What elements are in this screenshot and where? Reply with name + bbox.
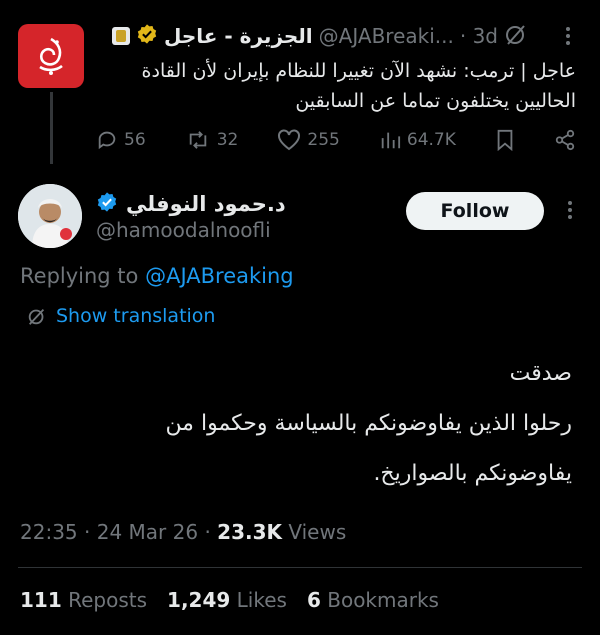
show-translation-label: Show translation: [56, 305, 216, 327]
parent-timestamp[interactable]: · 3d: [460, 24, 498, 48]
parent-tweet-text: عاجل | ترمب: نشهد الآن تغييرا للنظام بإي…: [96, 56, 576, 116]
gold-verified-icon: [136, 23, 158, 50]
replying-to: Replying to @AJABreaking: [20, 264, 294, 288]
share-button[interactable]: [554, 129, 576, 151]
follow-button[interactable]: Follow: [406, 192, 544, 230]
author-avatar[interactable]: [18, 184, 82, 248]
reposts-count: 111: [20, 588, 62, 612]
tweet-text-line: صدقت: [509, 361, 572, 386]
parent-author-name[interactable]: الجزيرة - عاجل: [164, 24, 313, 48]
reply-icon: [98, 131, 116, 150]
likes-count: 1,249: [167, 588, 231, 612]
tweet-time[interactable]: 22:35: [20, 520, 78, 544]
author-handle[interactable]: @hamoodalnoofli: [96, 218, 271, 242]
reply-button[interactable]: 56: [96, 129, 146, 151]
author-name-row: د.حمود النوفلي: [96, 190, 286, 218]
gold-square-badge-icon: [112, 27, 131, 45]
grok-icon[interactable]: [504, 22, 528, 51]
parent-action-bar: 56 32 255 64.7K: [96, 124, 576, 156]
reply-count: 56: [124, 130, 146, 150]
bookmark-button[interactable]: [495, 129, 515, 151]
blue-verified-icon: [96, 191, 118, 218]
tweet-text: صدقت رحلوا الذين يفاوضونكم بالسياسة وحكم…: [20, 350, 572, 498]
views-count: 23.3K: [217, 520, 282, 544]
tweet-date[interactable]: 24 Mar 26: [97, 520, 198, 544]
heart-icon: [278, 129, 301, 151]
grok-icon: [28, 308, 45, 325]
bookmark-icon: [497, 129, 513, 151]
bookmarks-count: 6: [306, 588, 321, 612]
parent-text-line: عاجل | ترمب: نشهد الآن تغييرا للنظام بإي…: [141, 60, 576, 82]
parent-header: الجزيرة - عاجل @AJABreaki... · 3d: [96, 20, 528, 52]
separator-dot: ·: [204, 520, 218, 544]
aljazeera-logo-icon: [39, 37, 63, 75]
share-icon: [555, 129, 575, 151]
bookmarks-label: Bookmarks: [327, 588, 439, 612]
repost-button[interactable]: 32: [185, 129, 239, 151]
engagement-stats: 111 Reposts 1,249 Likes 6 Bookmarks: [20, 588, 439, 612]
tweet-text-line: يفاوضونكم بالصواريخ.: [373, 461, 572, 486]
views-button[interactable]: 64.7K: [379, 129, 456, 151]
analytics-icon: [381, 132, 400, 149]
bookmarks-stat[interactable]: 6 Bookmarks: [307, 588, 439, 612]
reposts-stat[interactable]: 111 Reposts: [20, 588, 147, 612]
show-translation-link[interactable]: Show translation: [26, 305, 215, 327]
repost-icon: [189, 131, 206, 149]
tweet-more-icon[interactable]: [560, 198, 580, 226]
views-count: 64.7K: [406, 130, 456, 150]
likes-label: Likes: [236, 588, 287, 612]
parent-author-handle[interactable]: @AJABreaki...: [319, 24, 454, 48]
views-label: Views: [288, 520, 347, 544]
like-count: 255: [307, 130, 340, 150]
tweet-text-line: رحلوا الذين يفاوضونكم بالسياسة وحكموا من: [165, 411, 572, 436]
author-name[interactable]: د.حمود النوفلي: [126, 192, 286, 216]
likes-stat[interactable]: 1,249 Likes: [167, 588, 287, 612]
reposts-label: Reposts: [68, 588, 148, 612]
like-button[interactable]: 255: [277, 129, 340, 151]
replying-to-prefix: Replying to: [20, 264, 146, 288]
tweet-meta: 22:35 · 24 Mar 26 · 23.3K Views: [20, 520, 346, 544]
repost-count: 32: [216, 130, 239, 150]
replying-to-handle[interactable]: @AJABreaking: [145, 264, 294, 288]
divider: [18, 567, 582, 568]
avatar-photo-icon: [18, 184, 82, 248]
parent-more-icon[interactable]: [556, 24, 580, 52]
separator-dot: ·: [84, 520, 97, 544]
parent-text-line: الحاليين يختلفون تماما عن السابقين: [295, 90, 576, 112]
thread-connector-line: [50, 92, 53, 164]
parent-avatar[interactable]: [18, 24, 84, 88]
